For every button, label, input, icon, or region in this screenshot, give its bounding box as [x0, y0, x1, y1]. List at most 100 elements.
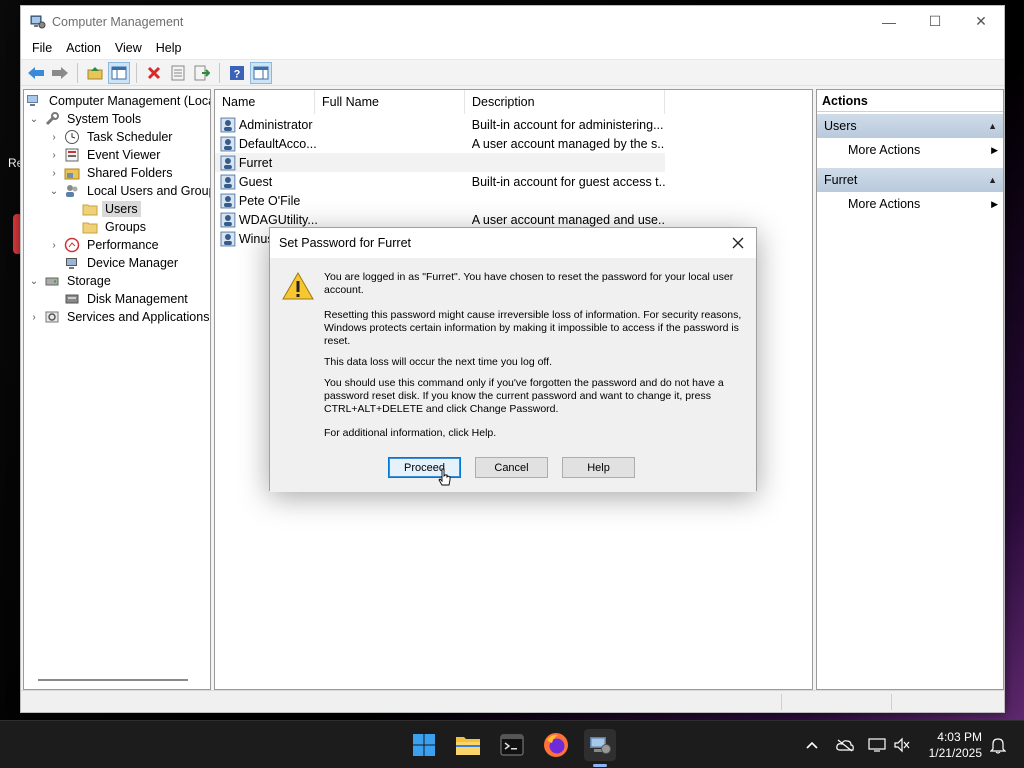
- windows-start-icon[interactable]: [408, 729, 440, 761]
- menu-action[interactable]: Action: [59, 41, 108, 55]
- help-icon[interactable]: ?: [226, 62, 248, 84]
- status-divider: [781, 694, 782, 710]
- user-name: Administrator: [238, 117, 313, 132]
- close-icon[interactable]: [728, 233, 748, 253]
- list-item-pete-ofile[interactable]: Pete O'File: [215, 191, 665, 210]
- list-item-administrator[interactable]: Administrator Built-in account for admin…: [215, 115, 665, 134]
- collapse-up-icon[interactable]: ▲: [988, 168, 997, 192]
- forward-arrow-icon[interactable]: [49, 62, 71, 84]
- chevron-right-icon[interactable]: ›: [48, 132, 60, 143]
- minimize-button[interactable]: —: [866, 6, 912, 37]
- user-description: Built-in account for administering...: [471, 117, 664, 132]
- tree-item-disk-management[interactable]: Disk Management: [64, 290, 191, 308]
- user-icon: [220, 193, 236, 208]
- computer-management-taskbar-icon[interactable]: [584, 729, 616, 761]
- disk-management-icon: [65, 294, 79, 304]
- column-header-full-name[interactable]: Full Name: [315, 90, 465, 114]
- clock[interactable]: 4:03 PM 1/21/2025: [912, 729, 982, 761]
- tree-label: Local Users and Groups: [87, 184, 211, 198]
- tree-item-services-applications[interactable]: › Services and Applications: [28, 308, 210, 326]
- list-item-guest[interactable]: Guest Built-in account for guest access …: [215, 172, 665, 191]
- dialog-title-bar[interactable]: Set Password for Furret: [270, 228, 756, 258]
- notifications-bell-icon[interactable]: [988, 735, 1008, 755]
- tree-label: Groups: [105, 220, 146, 234]
- volume-muted-icon[interactable]: [892, 735, 912, 755]
- tree-item-groups[interactable]: Groups: [82, 218, 149, 236]
- title-bar[interactable]: Computer Management — ☐ ✕: [21, 6, 1004, 37]
- action-label: More Actions: [848, 143, 921, 157]
- toolbar-separator: [77, 62, 78, 83]
- menu-help[interactable]: Help: [149, 41, 189, 55]
- tree-item-task-scheduler[interactable]: › Task Scheduler: [48, 128, 175, 146]
- tree-item-users[interactable]: Users: [82, 200, 141, 218]
- set-password-dialog: Set Password for Furret You are logged i…: [269, 227, 757, 492]
- show-hidden-icons-chevron-icon[interactable]: [802, 735, 822, 755]
- network-icon[interactable]: [867, 735, 887, 755]
- tree-item-local-users-groups[interactable]: ⌄ Local Users and Groups: [48, 182, 211, 200]
- action-label: More Actions: [848, 197, 921, 211]
- show-hide-action-pane-icon[interactable]: [250, 61, 272, 84]
- chevron-right-icon[interactable]: ›: [28, 312, 40, 323]
- menu-file[interactable]: File: [25, 41, 59, 55]
- properties-icon[interactable]: [167, 62, 189, 84]
- chevron-down-icon[interactable]: ⌄: [28, 276, 40, 287]
- chevron-down-icon[interactable]: ⌄: [48, 186, 60, 197]
- terminal-icon[interactable]: [496, 729, 528, 761]
- tree-label: Event Viewer: [87, 148, 161, 162]
- actions-section-users[interactable]: Users ▲: [817, 114, 1003, 138]
- up-folder-icon[interactable]: [84, 62, 106, 84]
- tree-item-shared-folders[interactable]: › Shared Folders: [48, 164, 175, 182]
- tree-label: Task Scheduler: [87, 130, 173, 144]
- chevron-right-icon[interactable]: ›: [48, 168, 60, 179]
- user-icon: [220, 231, 236, 246]
- submenu-arrow-icon: ▶: [991, 145, 998, 155]
- tree-label: Performance: [87, 238, 159, 252]
- column-header-name[interactable]: Name: [215, 90, 315, 114]
- actions-section-furret[interactable]: Furret ▲: [817, 168, 1003, 192]
- export-list-icon[interactable]: [191, 62, 213, 84]
- firefox-icon[interactable]: [540, 729, 572, 761]
- back-arrow-icon[interactable]: [25, 62, 47, 84]
- tree-item-root[interactable]: Computer Management (Local: [26, 92, 211, 110]
- user-name: DefaultAcco...: [238, 136, 317, 151]
- show-hide-tree-icon[interactable]: [108, 61, 130, 84]
- clock-icon: [65, 130, 79, 144]
- mouse-cursor-icon: [438, 468, 451, 486]
- column-header-description[interactable]: Description: [465, 90, 665, 114]
- tree-label: Disk Management: [87, 292, 188, 306]
- performance-icon: [64, 237, 80, 253]
- chevron-down-icon[interactable]: ⌄: [28, 114, 40, 125]
- tree-item-device-manager[interactable]: Device Manager: [64, 254, 181, 272]
- folder-icon: [82, 204, 98, 216]
- close-button[interactable]: ✕: [958, 6, 1004, 37]
- delete-icon[interactable]: [143, 62, 165, 84]
- collapse-up-icon[interactable]: ▲: [988, 114, 997, 138]
- list-item-furret[interactable]: Furret: [215, 153, 665, 172]
- clock-time: 4:03 PM: [937, 730, 982, 744]
- user-name: Furret: [238, 155, 273, 170]
- more-actions-users[interactable]: More Actions ▶: [817, 138, 1003, 162]
- section-label: Furret: [824, 173, 858, 187]
- more-actions-furret[interactable]: More Actions ▶: [817, 192, 1003, 216]
- chevron-right-icon[interactable]: ›: [48, 240, 60, 251]
- tree-item-system-tools[interactable]: ⌄ System Tools: [28, 110, 144, 128]
- tree-item-event-viewer[interactable]: › Event Viewer: [48, 146, 163, 164]
- list-item-defaultaccount[interactable]: DefaultAcco... A user account managed by…: [215, 134, 665, 153]
- tree-label: Services and Applications: [67, 310, 210, 324]
- user-icon: [220, 212, 236, 227]
- console-tree: Computer Management (Local ⌄ System Tool…: [23, 89, 211, 690]
- tree-item-storage[interactable]: ⌄ Storage: [28, 272, 114, 290]
- menu-view[interactable]: View: [108, 41, 149, 55]
- file-explorer-icon[interactable]: [452, 729, 484, 761]
- tree-label: Computer Management (Local: [49, 94, 211, 108]
- tree-label: Device Manager: [87, 256, 179, 270]
- maximize-button[interactable]: ☐: [912, 6, 958, 37]
- horizontal-scrollbar[interactable]: [38, 679, 188, 681]
- device-manager-icon: [66, 258, 77, 269]
- dialog-paragraph-1: You are logged in as "Furret". You have …: [324, 271, 734, 296]
- tree-item-performance[interactable]: › Performance: [48, 236, 162, 254]
- chevron-right-icon[interactable]: ›: [48, 150, 60, 161]
- onedrive-offline-icon[interactable]: [835, 735, 855, 755]
- help-button[interactable]: Help: [562, 457, 635, 478]
- cancel-button[interactable]: Cancel: [475, 457, 548, 478]
